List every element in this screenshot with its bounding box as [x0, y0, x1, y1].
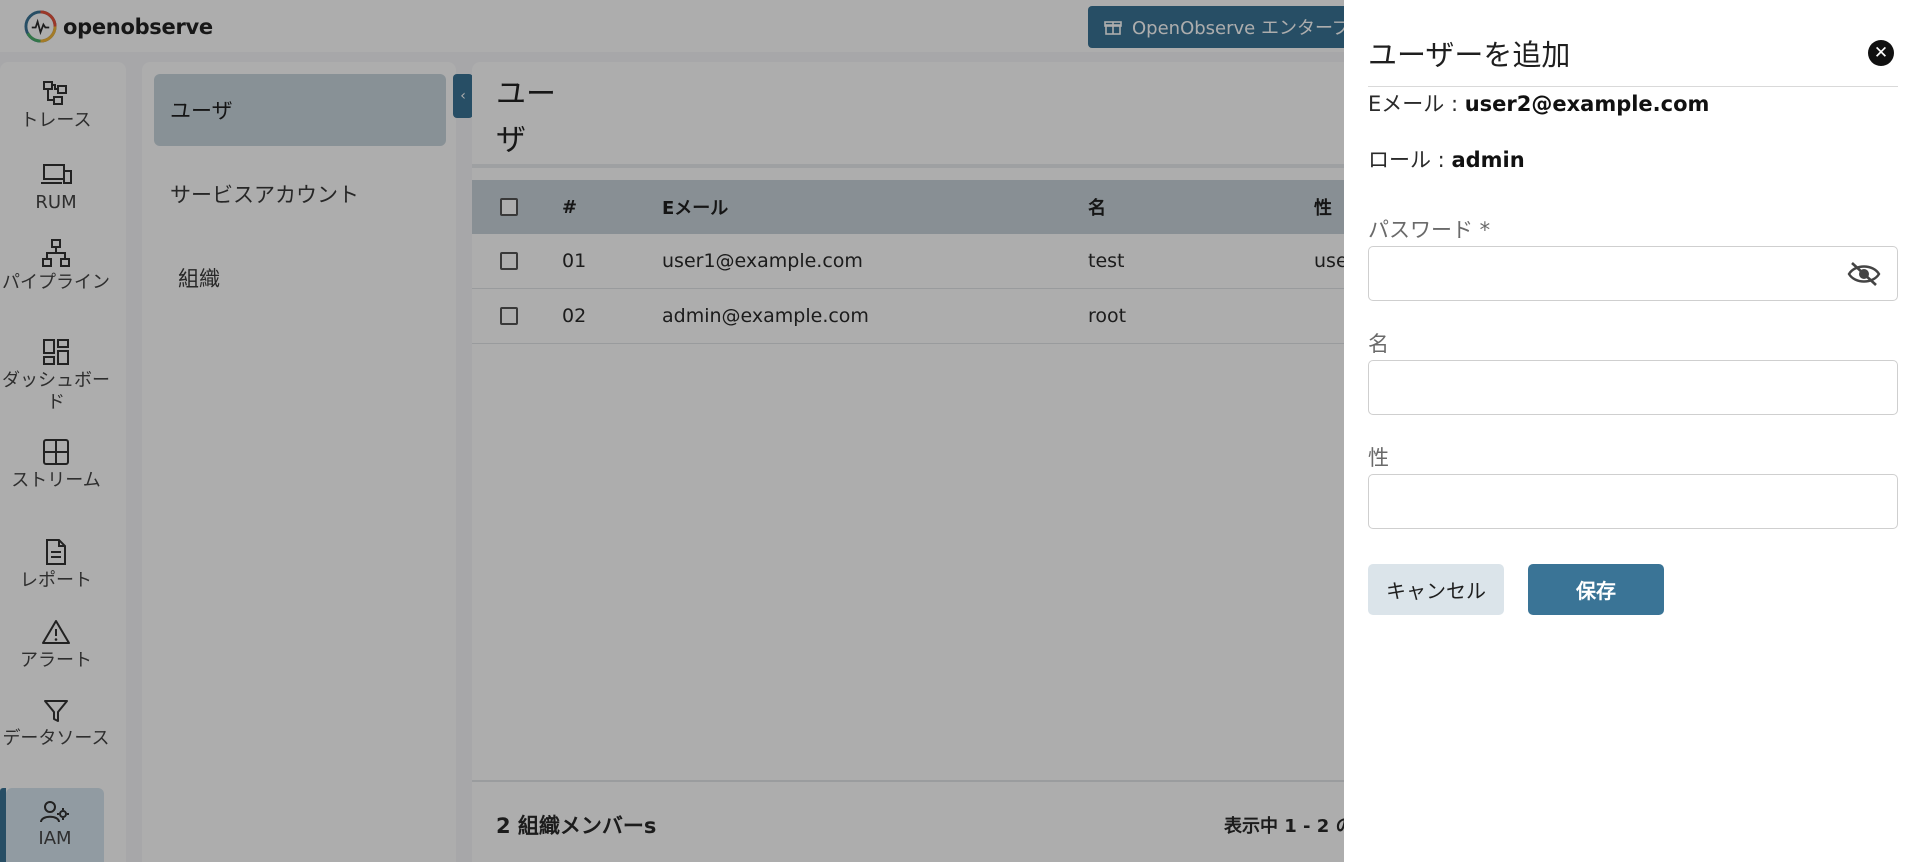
add-user-drawer: ユーザーを追加 ✕ Eメール : user2@example.com ロール :… — [1344, 0, 1912, 862]
close-drawer-button[interactable]: ✕ — [1868, 40, 1894, 66]
email-info: Eメール : user2@example.com — [1368, 88, 1709, 118]
last-name-input[interactable] — [1369, 475, 1897, 528]
drawer-divider — [1368, 86, 1898, 87]
visibility-off-icon[interactable] — [1847, 260, 1881, 288]
role-info: ロール : admin — [1368, 144, 1525, 174]
drawer-title: ユーザーを追加 — [1368, 38, 1571, 72]
password-field[interactable] — [1368, 246, 1898, 301]
last-name-label: 性 — [1368, 446, 1389, 470]
role-info-label: ロール : — [1368, 148, 1452, 172]
role-info-value: admin — [1451, 148, 1525, 172]
close-icon: ✕ — [1873, 43, 1889, 63]
save-button[interactable]: 保存 — [1528, 564, 1664, 615]
password-label: パスワード * — [1368, 218, 1491, 242]
first-name-input[interactable] — [1369, 361, 1897, 414]
cancel-button[interactable]: キャンセル — [1368, 564, 1504, 615]
password-input[interactable] — [1369, 247, 1897, 300]
last-name-field[interactable] — [1368, 474, 1898, 529]
first-name-label: 名 — [1368, 332, 1389, 356]
first-name-field[interactable] — [1368, 360, 1898, 415]
email-info-value: user2@example.com — [1464, 92, 1710, 116]
email-info-label: Eメール : — [1368, 92, 1465, 116]
